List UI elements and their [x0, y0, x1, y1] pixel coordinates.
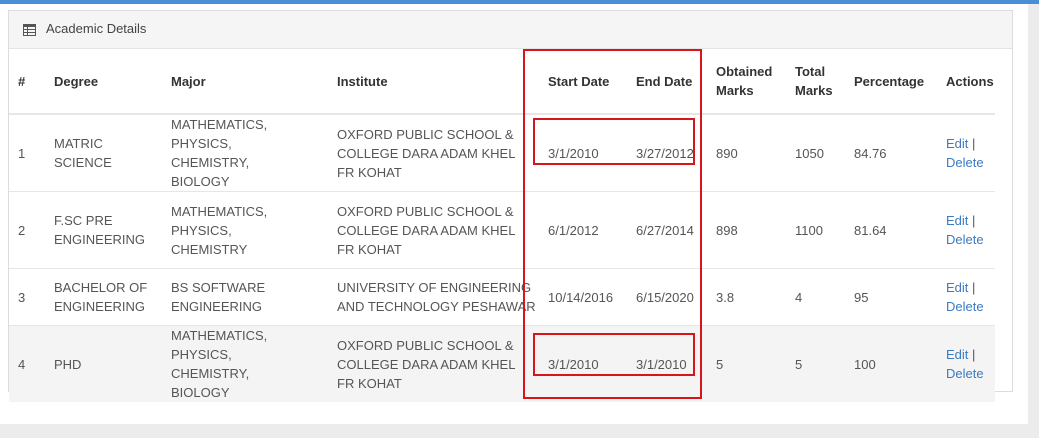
percentage-cell: 95: [854, 268, 946, 326]
edit-link[interactable]: Edit: [946, 347, 968, 362]
academic-details-panel: Academic Details # Degree Major Institut…: [8, 10, 1013, 402]
table-row: 1 MATRIC SCIENCE MATHEMATICS, PHYSICS, C…: [9, 114, 995, 192]
obtained-marks-cell: 5: [716, 325, 795, 402]
row-number: 2: [9, 191, 54, 269]
actions-cell: Edit | Delete: [946, 114, 995, 192]
obtained-marks-cell: 3.8: [716, 268, 795, 326]
end-date-cell: 3/27/2012: [636, 114, 716, 192]
delete-link[interactable]: Delete: [946, 366, 984, 381]
actions-cell: Edit | Delete: [946, 325, 995, 402]
table-row: 3 BACHELOR OF ENGINEERING BS SOFTWARE EN…: [9, 268, 995, 326]
table-header-row: # Degree Major Institute Start Date End …: [9, 49, 995, 115]
total-marks-cell: 5: [795, 325, 854, 402]
institute-text: UNIVERSITY OF ENGINEERING AND TECHNOLOGY…: [337, 280, 536, 314]
institute-text: OXFORD PUBLIC SCHOOL & COLLEGE DARA ADAM…: [337, 126, 515, 180]
institute-cell: OXFORD PUBLIC SCHOOL & COLLEGE DARA ADAM…: [337, 114, 548, 192]
institute-cell: UNIVERSITY OF ENGINEERING AND TECHNOLOGY…: [337, 268, 548, 326]
edit-link[interactable]: Edit: [946, 213, 968, 228]
page-content: Academic Details # Degree Major Institut…: [0, 4, 1028, 424]
end-date-cell: 6/15/2020: [636, 268, 716, 326]
column-header-total-marks: Total Marks: [795, 49, 854, 115]
end-date-cell: 6/27/2014: [636, 191, 716, 269]
degree-text: MATRIC SCIENCE: [54, 136, 112, 170]
end-date-cell: 3/1/2010: [636, 325, 716, 402]
total-marks-cell: 1050: [795, 114, 854, 192]
major-text: BS SOFTWARE ENGINEERING: [171, 280, 266, 314]
table-row: 4 PHD MATHEMATICS, PHYSICS, CHEMISTRY, B…: [9, 325, 995, 402]
institute-cell: OXFORD PUBLIC SCHOOL & COLLEGE DARA ADAM…: [337, 191, 548, 269]
column-header-number: #: [9, 49, 54, 115]
major-cell: MATHEMATICS, PHYSICS, CHEMISTRY: [171, 191, 337, 269]
delete-link[interactable]: Delete: [946, 155, 984, 170]
actions-cell: Edit | Delete: [946, 268, 995, 326]
column-header-end-date: End Date: [636, 49, 716, 115]
major-cell: MATHEMATICS, PHYSICS, CHEMISTRY, BIOLOGY: [171, 114, 337, 192]
percentage-cell: 100: [854, 325, 946, 402]
major-text: MATHEMATICS, PHYSICS, CHEMISTRY, BIOLOGY: [171, 117, 268, 189]
table-row: 2 F.SC PRE ENGINEERING MATHEMATICS, PHYS…: [9, 191, 995, 269]
panel-heading: Academic Details: [9, 11, 1012, 49]
row-number: 4: [9, 325, 54, 402]
action-separator: |: [972, 136, 976, 151]
edit-link[interactable]: Edit: [946, 280, 968, 295]
action-separator: |: [972, 347, 976, 362]
table-icon: [23, 23, 36, 41]
degree-cell: MATRIC SCIENCE: [54, 114, 171, 192]
total-marks-cell: 1100: [795, 191, 854, 269]
major-text: MATHEMATICS, PHYSICS, CHEMISTRY, BIOLOGY: [171, 328, 268, 400]
edit-link[interactable]: Edit: [946, 136, 968, 151]
panel-title: Academic Details: [46, 21, 147, 36]
column-header-major: Major: [171, 49, 337, 115]
column-header-obtained-marks: Obtained Marks: [716, 49, 795, 115]
institute-cell: OXFORD PUBLIC SCHOOL & COLLEGE DARA ADAM…: [337, 325, 548, 402]
start-date-cell: 3/1/2010: [548, 325, 636, 402]
institute-text: OXFORD PUBLIC SCHOOL & COLLEGE DARA ADAM…: [337, 337, 515, 391]
major-cell: MATHEMATICS, PHYSICS, CHEMISTRY, BIOLOGY: [171, 325, 337, 402]
degree-text: PHD: [54, 356, 82, 372]
start-date-cell: 6/1/2012: [548, 191, 636, 269]
header-label: Total Marks: [795, 64, 833, 98]
start-date-cell: 3/1/2010: [548, 114, 636, 192]
institute-text: OXFORD PUBLIC SCHOOL & COLLEGE DARA ADAM…: [337, 203, 515, 257]
percentage-cell: 81.64: [854, 191, 946, 269]
row-number: 1: [9, 114, 54, 192]
degree-text: F.SC PRE ENGINEERING: [54, 213, 146, 247]
academic-table: # Degree Major Institute Start Date End …: [9, 49, 995, 402]
actions-cell: Edit | Delete: [946, 191, 995, 269]
total-marks-cell: 4: [795, 268, 854, 326]
degree-cell: BACHELOR OF ENGINEERING: [54, 268, 171, 326]
major-cell: BS SOFTWARE ENGINEERING: [171, 268, 337, 326]
column-header-institute: Institute: [337, 49, 548, 115]
degree-cell: F.SC PRE ENGINEERING: [54, 191, 171, 269]
start-date-cell: 10/14/2016: [548, 268, 636, 326]
header-label: Obtained Marks: [716, 64, 773, 98]
obtained-marks-cell: 890: [716, 114, 795, 192]
column-header-start-date: Start Date: [548, 49, 636, 115]
column-header-degree: Degree: [54, 49, 171, 115]
obtained-marks-cell: 898: [716, 191, 795, 269]
delete-link[interactable]: Delete: [946, 232, 984, 247]
delete-link[interactable]: Delete: [946, 299, 984, 314]
degree-cell: PHD: [54, 325, 171, 402]
action-separator: |: [972, 213, 976, 228]
percentage-cell: 84.76: [854, 114, 946, 192]
column-header-actions: Actions: [946, 49, 995, 115]
row-number: 3: [9, 268, 54, 326]
column-header-percentage: Percentage: [854, 49, 946, 115]
action-separator: |: [972, 280, 976, 295]
major-text: MATHEMATICS, PHYSICS, CHEMISTRY: [171, 203, 268, 257]
degree-text: BACHELOR OF ENGINEERING: [54, 280, 148, 314]
